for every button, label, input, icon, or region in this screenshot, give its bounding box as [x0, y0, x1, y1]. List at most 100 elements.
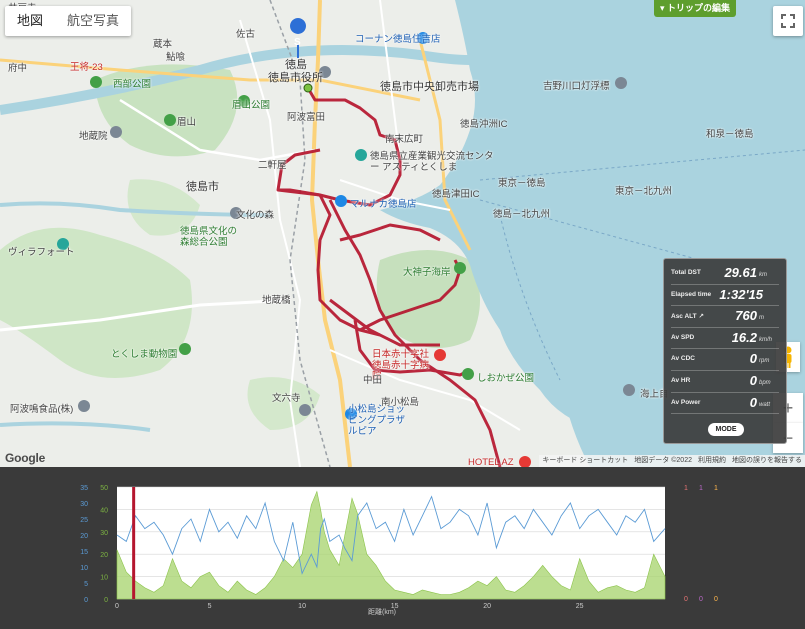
- label-awa-tomita: 阿波富田: [287, 112, 326, 123]
- y-tick-label-elevation: 50: [100, 485, 108, 492]
- label-tokyo-kitakyu: 東京－北九州: [615, 186, 673, 197]
- stat-ascent: Asc ALT ↗ 760 m: [671, 306, 779, 328]
- label-nishibe-park: 西部公園: [113, 79, 152, 90]
- label-jizoin: 地蔵院: [79, 131, 108, 142]
- label-hotel: HOTEL AZ: [468, 457, 514, 467]
- stat-value: 0: [749, 394, 757, 410]
- label-tokyo-tokushima: 東京－徳島: [498, 178, 546, 189]
- label-nakata: 中田: [363, 375, 383, 386]
- label-nikenya: 二軒屋: [258, 160, 287, 171]
- label-kouryu-center: 徳島県立産業観光交流センター アスティとくしま: [370, 151, 494, 173]
- stat-unit: m: [759, 315, 764, 322]
- terms-link[interactable]: 利用規約: [698, 455, 726, 467]
- map-data-text: 地図データ ©2022: [634, 457, 692, 464]
- trip-edit-button[interactable]: ▾ トリップの編集: [654, 0, 737, 17]
- map-attribution: キーボード ショートカット 地図データ ©2022 利用規約 地図の誤りを報告す…: [539, 455, 805, 467]
- x-tick-label: 25: [576, 603, 584, 610]
- stat-label: Av Power: [671, 398, 701, 406]
- label-bunroku: 文六寺: [272, 393, 301, 404]
- stat-value: 0: [749, 351, 757, 367]
- right-axis-top-label: 1: [699, 485, 703, 492]
- label-bunka-no-mori: 文化の森: [236, 210, 275, 221]
- label-tokushima-market: 徳島市中央卸売市場: [380, 81, 479, 93]
- stat-label: Total DST: [671, 269, 701, 276]
- stat-elapsed-time: Elapsed time 1:32'15: [671, 285, 779, 307]
- map-view[interactable]: S 井戸寺 佐古 蔵本 鮎喰 コーナン徳島住吉店 徳島 徳島市役所 徳島市中央卸…: [0, 0, 805, 467]
- label-minami-suehiro: 南末広町: [385, 134, 424, 145]
- stat-value: 16.2: [731, 329, 757, 345]
- fullscreen-button[interactable]: [773, 6, 803, 36]
- y-tick-label-elevation: 10: [100, 575, 108, 582]
- stat-label: Av HR: [671, 376, 691, 384]
- trip-stats-panel: Total DST 29.61 km Elapsed time 1:32'15 …: [663, 258, 787, 444]
- elevation-speed-chart[interactable]: 05101520253035010203040500 5 10 15 20 251 1 10 0…: [0, 467, 805, 629]
- label-bizan-park: 眉山公園: [232, 100, 271, 111]
- map-type-map-button[interactable]: 地図: [5, 6, 55, 36]
- label-fuchu: 府中: [8, 63, 28, 74]
- x-tick-label: 10: [298, 603, 306, 610]
- y-tick-label-elevation: 30: [100, 530, 108, 537]
- label-awaodori-foods: 阿波鳴食品(株): [10, 404, 74, 415]
- stat-unit: watt: [759, 401, 771, 408]
- google-logo: Google: [5, 451, 46, 465]
- stat-value: 0: [749, 372, 757, 388]
- report-error-link[interactable]: 地図の誤りを報告する: [732, 455, 802, 467]
- label-ogamiko-beach: 大神子海岸: [403, 267, 451, 278]
- right-axis-top-label: 1: [684, 485, 688, 492]
- right-axis-bottom-label: 0: [684, 596, 688, 603]
- label-bizan: 眉山: [177, 117, 197, 128]
- label-tsuda-ic: 徳島津田IC: [432, 189, 480, 200]
- label-tokushima-city: 徳島市: [186, 181, 219, 193]
- stat-label: Av CDC: [671, 355, 695, 363]
- label-vilafort: ヴィラフォート: [8, 247, 75, 258]
- y-tick-label-speed: 15: [80, 549, 88, 556]
- label-kuramoto: 蔵本: [153, 39, 173, 50]
- y-tick-label-speed: 5: [84, 581, 88, 588]
- y-tick-label-speed: 35: [80, 485, 88, 492]
- y-tick-label-elevation: 0: [104, 597, 108, 604]
- stat-unit: rpm: [759, 358, 770, 365]
- y-tick-label-speed: 20: [80, 533, 88, 540]
- label-okinohama-ic: 徳島沖洲IC: [460, 119, 508, 130]
- y-tick-label-speed: 10: [80, 565, 88, 572]
- right-axis-bottom-label: 0: [699, 596, 703, 603]
- right-axis-bottom-label: 0: [714, 596, 718, 603]
- y-tick-label-elevation: 20: [100, 552, 108, 559]
- stat-label: Av SPD: [671, 333, 695, 341]
- label-zoo: とくしま動物園: [111, 349, 178, 360]
- stat-unit: km: [759, 272, 767, 278]
- y-tick-label-speed: 30: [80, 501, 88, 508]
- right-axis-top-label: 1: [714, 485, 718, 492]
- label-jizobashi: 地蔵橋: [262, 295, 291, 306]
- label-ouji: 王将-23: [70, 62, 103, 73]
- stat-unit: km/h: [759, 336, 773, 343]
- stat-avg-speed: Av SPD 16.2 km/h: [671, 328, 779, 350]
- x-tick-label: 20: [483, 603, 491, 610]
- stat-label: Asc ALT ↗: [671, 313, 704, 321]
- label-wayo: 和泉－徳島: [706, 129, 754, 140]
- fullscreen-icon: [781, 14, 795, 28]
- stat-total-distance: Total DST 29.61 km: [671, 263, 779, 285]
- y-tick-label-speed: 25: [80, 517, 88, 524]
- label-yoshinogawa-float: 吉野川口灯浮標: [543, 81, 610, 92]
- map-type-toggle: 地図 航空写真: [5, 6, 132, 36]
- keyboard-shortcuts-link[interactable]: キーボード ショートカット: [542, 455, 628, 467]
- mode-button[interactable]: MODE: [708, 423, 744, 436]
- label-marunaka: マルナカ徳島店: [350, 199, 417, 210]
- stat-avg-heart-rate: Av HR 0 bpm: [671, 371, 779, 393]
- label-shopping: 小松島ショッピングプラザルピア: [348, 404, 406, 437]
- label-bunka-park: 徳島県文化の森総合公園: [180, 226, 238, 248]
- x-tick-label: 5: [208, 603, 212, 610]
- position-cursor: [132, 487, 136, 599]
- y-tick-label-speed: 0: [84, 597, 88, 604]
- stat-unit: bpm: [759, 379, 771, 386]
- stat-value: 760: [735, 308, 757, 324]
- x-tick-label: 0: [115, 603, 119, 610]
- label-shiokaze-park: しおかぜ公園: [477, 373, 535, 384]
- map-type-aerial-button[interactable]: 航空写真: [55, 6, 131, 36]
- stat-value: 1:32'15: [719, 286, 763, 302]
- label-city-hall: 徳島市役所: [268, 72, 323, 84]
- label-enzan: 鮎喰: [166, 52, 186, 63]
- label-sako: 佐古: [236, 29, 256, 40]
- x-axis-label: 距離(km): [368, 607, 396, 616]
